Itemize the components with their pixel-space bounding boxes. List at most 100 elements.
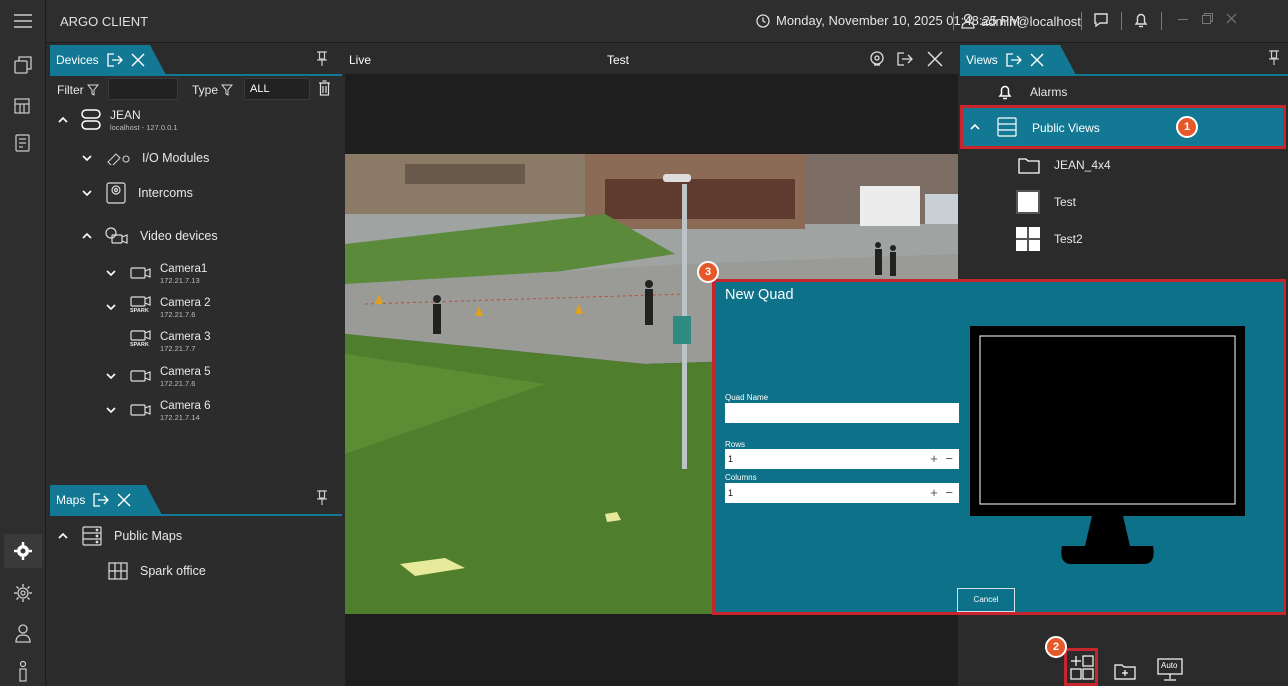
alarms-label: Alarms <box>1030 85 1068 99</box>
close-icon[interactable] <box>131 53 145 67</box>
undock-icon[interactable] <box>107 53 123 67</box>
layout-icon[interactable] <box>8 90 38 120</box>
settings-active-icon[interactable] <box>4 534 42 568</box>
map-icon <box>108 562 128 580</box>
tab-devices[interactable]: Devices <box>50 45 166 75</box>
camera-item[interactable]: Camera 6 172.21.7.14 <box>104 398 211 422</box>
columns-plus-minus[interactable]: + − <box>930 483 955 503</box>
add-folder-icon[interactable] <box>1114 662 1136 680</box>
camera-name: Camera 5 <box>160 366 211 378</box>
chevron-up-icon[interactable] <box>56 113 70 127</box>
user-name: admin@localhost <box>981 13 1081 29</box>
auto-label: Auto <box>1161 661 1178 670</box>
columns-label: Columns <box>725 473 757 482</box>
camera-item[interactable]: SPARK Camera 2 172.21.7.6 <box>104 295 211 319</box>
add-quad-icon <box>1070 655 1094 680</box>
user-icon[interactable] <box>8 618 38 648</box>
type-select[interactable]: ALL <box>244 78 310 100</box>
camera-ip: 172.21.7.13 <box>160 276 200 285</box>
server-icon <box>82 526 102 546</box>
camera-item[interactable]: Camera1 172.21.7.13 <box>104 261 207 285</box>
camera-ip: 172.21.7.6 <box>160 310 196 319</box>
cancel-button[interactable]: Cancel <box>957 588 1015 612</box>
view-item[interactable]: Test <box>1016 190 1076 214</box>
new-quad-button[interactable] <box>1064 648 1098 686</box>
trash-icon[interactable] <box>318 80 331 96</box>
close-icon[interactable] <box>1030 53 1044 67</box>
quad-name-input[interactable] <box>725 403 959 423</box>
tree-item-intercoms[interactable]: Intercoms <box>80 182 193 204</box>
pin-icon[interactable] <box>1268 50 1280 66</box>
camera-icon <box>130 267 151 279</box>
clock-icon <box>756 13 770 28</box>
restore-icon[interactable] <box>1202 13 1213 24</box>
chevron-down-icon[interactable] <box>80 151 94 165</box>
chevron-down-icon[interactable] <box>104 300 118 314</box>
maps-root[interactable]: Public Maps <box>56 526 182 546</box>
tab-maps[interactable]: Maps <box>50 485 162 515</box>
undock-icon[interactable] <box>897 52 913 66</box>
minimize-icon[interactable] <box>1178 19 1188 20</box>
view-item[interactable]: JEAN_4x4 <box>1018 156 1111 174</box>
filter-label: Filter <box>57 83 99 97</box>
info-icon[interactable] <box>8 656 38 686</box>
map-item-label: Spark office <box>140 564 206 578</box>
separator <box>953 12 954 30</box>
hamburger-menu-icon[interactable] <box>8 6 38 36</box>
auto-layout-button[interactable]: Auto <box>1157 658 1183 682</box>
undock-icon[interactable] <box>1006 53 1022 67</box>
devices-panel: Filter Type ALL JEAN localhost - 127.0.0… <box>50 76 342 486</box>
callout-badge: 2 <box>1045 636 1067 658</box>
tree-item-io-modules[interactable]: I/O Modules <box>80 151 209 165</box>
windows-icon[interactable] <box>8 50 38 80</box>
rows-plus-minus[interactable]: + − <box>930 449 955 469</box>
filter-input[interactable] <box>108 78 178 100</box>
bell-icon[interactable] <box>1133 12 1149 28</box>
camera-item[interactable]: SPARK Camera 3 172.21.7.7 <box>130 329 211 353</box>
chevron-down-icon[interactable] <box>104 369 118 383</box>
tab-views[interactable]: Views <box>960 45 1076 75</box>
view-item[interactable]: Test2 <box>1016 227 1083 251</box>
rows-stepper[interactable]: 1 + − <box>725 449 959 469</box>
folder-icon <box>1018 158 1040 174</box>
undock-icon[interactable] <box>93 493 110 507</box>
server-name: JEAN <box>110 108 141 122</box>
close-icon[interactable] <box>117 493 131 507</box>
alarms-item[interactable]: Alarms <box>998 84 1067 100</box>
chevron-down-icon[interactable] <box>104 266 118 280</box>
camera-name: Camera 3 <box>160 331 211 343</box>
close-icon[interactable] <box>1226 13 1237 24</box>
pin-icon[interactable] <box>316 490 328 506</box>
pin-icon[interactable] <box>316 51 328 67</box>
gear-icon[interactable] <box>8 578 38 608</box>
chevron-down-icon[interactable] <box>104 403 118 417</box>
view-name: Test <box>607 53 630 67</box>
new-quad-dialog: New Quad Quad Name Rows 1 + − Columns 1 … <box>712 279 1286 615</box>
tree-item-label: Intercoms <box>138 186 193 200</box>
camera-item[interactable]: Camera 5 172.21.7.6 <box>104 364 211 388</box>
chevron-down-icon[interactable] <box>80 186 94 200</box>
user-menu[interactable]: admin@localhost <box>961 13 1081 29</box>
type-label: Type <box>192 83 234 97</box>
close-icon[interactable] <box>927 51 943 67</box>
tree-item-video-devices[interactable]: Video devices <box>80 227 218 245</box>
video-devices-icon <box>105 227 128 244</box>
server-node[interactable]: JEAN localhost - 127.0.0.1 <box>56 108 178 132</box>
separator <box>1161 12 1162 30</box>
maps-root-label: Public Maps <box>114 529 183 543</box>
chevron-up-icon[interactable] <box>56 529 70 543</box>
intercom-icon <box>106 182 126 204</box>
camera-brand: SPARK <box>130 308 149 314</box>
columns-stepper[interactable]: 1 + − <box>725 483 959 503</box>
map-item[interactable]: Spark office <box>108 562 206 580</box>
ptz-icon[interactable] <box>869 51 885 67</box>
tree-item-label: Video devices <box>140 229 218 243</box>
filter-icon <box>86 84 99 96</box>
user-icon <box>961 13 975 29</box>
chat-icon[interactable] <box>1093 12 1109 28</box>
view-item-label: Test <box>1054 195 1077 209</box>
camera-icon <box>130 404 151 416</box>
chevron-up-icon[interactable] <box>80 229 94 243</box>
report-icon[interactable] <box>8 128 38 158</box>
filter-icon <box>221 84 234 96</box>
